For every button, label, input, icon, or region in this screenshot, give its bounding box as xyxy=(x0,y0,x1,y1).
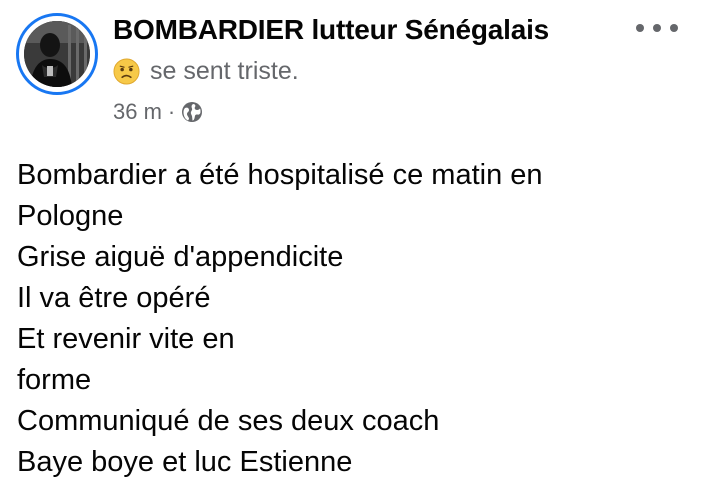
author-avatar[interactable] xyxy=(16,13,98,95)
meta-separator: · xyxy=(167,99,176,124)
feeling-text: se sent triste. xyxy=(150,56,299,85)
more-options-icon[interactable] xyxy=(636,14,678,42)
author-name[interactable]: BOMBARDIER lutteur Sénégalais xyxy=(113,14,549,46)
globe-icon[interactable] xyxy=(181,101,203,123)
post-text-line: Communiqué de ses deux coach xyxy=(17,405,440,437)
post-text-line: Et revenir vite en xyxy=(17,323,235,355)
more-dot xyxy=(636,24,644,32)
post-text-line: forme xyxy=(17,364,92,396)
post-text-line: Baye boye et luc Estienne xyxy=(17,446,353,478)
more-dot xyxy=(653,24,661,32)
more-dot xyxy=(670,24,678,32)
post-text-line: Pologne xyxy=(17,200,124,232)
post-header: BOMBARDIER lutteur Sénégalais se sent tr… xyxy=(0,0,703,135)
sad-face-emoji-icon xyxy=(113,57,140,85)
avatar-image xyxy=(24,21,90,87)
feeling-activity: se sent triste. xyxy=(113,55,299,87)
avatar-photo-icon xyxy=(24,21,90,87)
post-text-line: Il va être opéré xyxy=(17,282,211,314)
post-meta: 36 m · xyxy=(113,97,203,127)
post-body: Bombardier a été hospitalisé ce matin en… xyxy=(17,155,687,483)
post-text-line: Grise aiguë d'appendicite xyxy=(17,241,344,273)
post-timestamp[interactable]: 36 m xyxy=(113,99,162,125)
post-text-line: Bombardier a été hospitalisé ce matin en xyxy=(17,159,543,191)
